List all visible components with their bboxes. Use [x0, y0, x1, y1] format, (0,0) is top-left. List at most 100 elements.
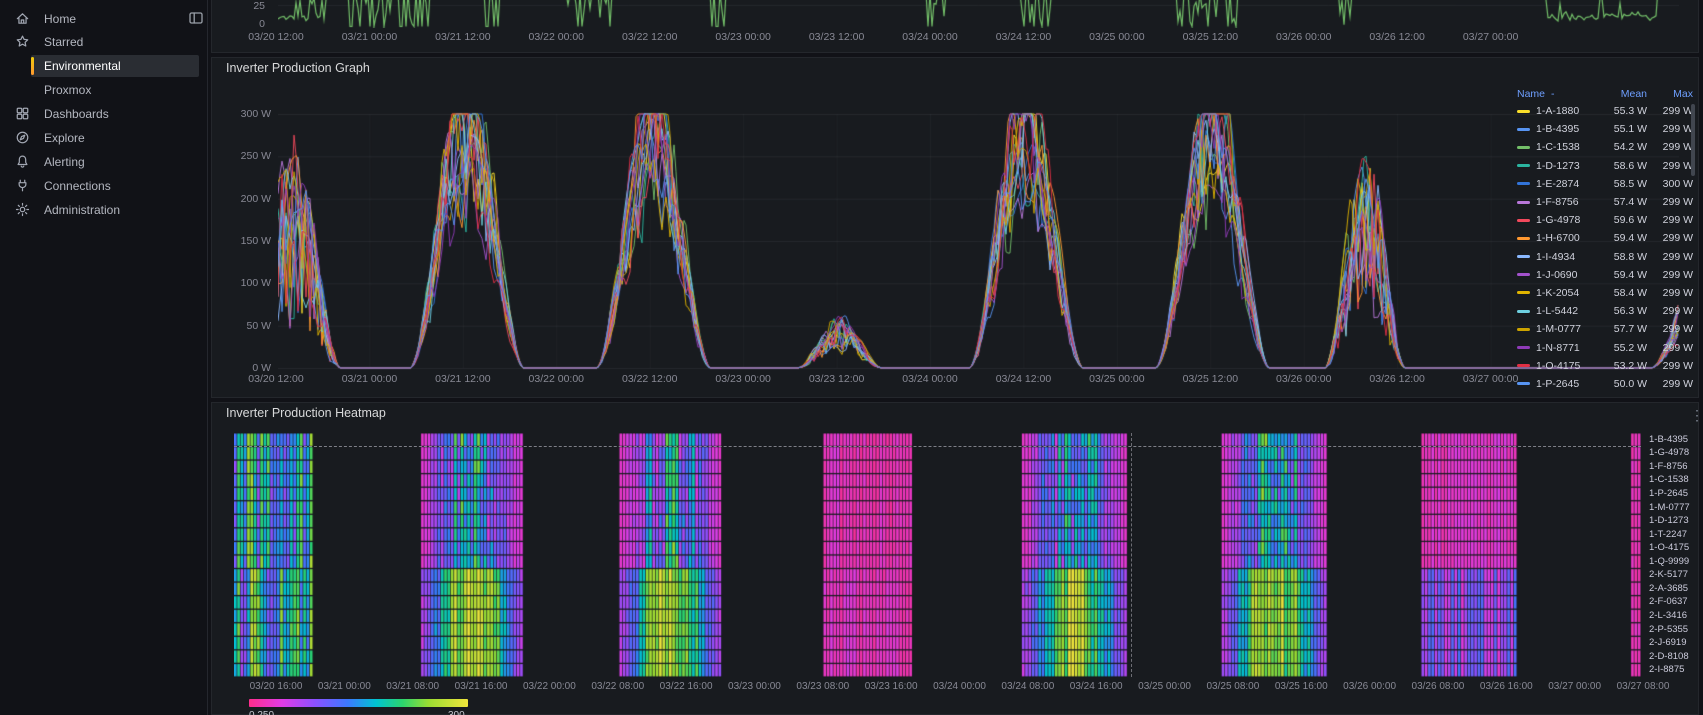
legend-series-name[interactable]: 1-M-0777 [1517, 323, 1597, 335]
series-color-marker [1517, 291, 1530, 295]
legend-series-name[interactable]: 1-E-2874 [1517, 178, 1597, 190]
panel-title[interactable]: Inverter Production Graph [226, 61, 370, 75]
legend-max-value: 299 W [1662, 214, 1693, 227]
legend-max-value: 299 W [1662, 377, 1693, 388]
x-axis-label: 03/26 00:00 [1275, 31, 1332, 43]
legend-row[interactable]: 1-G-4978 59.6 W 299 W [1517, 211, 1695, 229]
heatmap-series-label[interactable]: 2-A-3685 [1649, 583, 1688, 594]
heatmap-series-label[interactable]: 2-F-0637 [1649, 597, 1688, 607]
heatmap-series-label[interactable]: 2-L-3416 [1649, 611, 1687, 621]
heatmap-series-label[interactable]: 1-O-4175 [1649, 543, 1689, 553]
legend-row[interactable]: 1-M-0777 57.7 W 299 W [1517, 320, 1695, 338]
legend-series-name[interactable]: 1-G-4978 [1517, 214, 1597, 226]
series-color-marker [1517, 364, 1530, 368]
legend-max-value: 299 W [1662, 341, 1693, 354]
heatmap-series-label[interactable]: 1-M-0777 [1649, 502, 1690, 513]
sidebar-item-environmental[interactable]: Environmental [0, 54, 207, 78]
sidebar-item-label: Alerting [44, 155, 85, 169]
legend-row[interactable]: 1-P-2645 50.0 W 299 W [1517, 375, 1695, 388]
legend-series-name[interactable]: 1-D-1273 [1517, 160, 1597, 172]
series-color-marker [1517, 109, 1530, 113]
legend-series-name[interactable]: 1-L-5442 [1517, 305, 1597, 317]
production-graph-canvas[interactable] [278, 109, 1679, 372]
compass-icon [15, 130, 31, 146]
sidebar-item-label: Explore [44, 131, 85, 145]
legend-max-value: 299 W [1662, 250, 1693, 263]
heatmap-canvas[interactable] [234, 433, 1641, 677]
series-color-marker [1517, 309, 1530, 313]
legend-scrollbar[interactable] [1691, 104, 1695, 176]
legend-row[interactable]: 1-C-1538 54.2 W 299 W [1517, 138, 1695, 156]
legend-header-name[interactable]: Name - [1517, 88, 1597, 100]
legend-series-name[interactable]: 1-P-2645 [1517, 378, 1597, 388]
heatmap-series-label[interactable]: 2-K-5177 [1649, 570, 1688, 580]
legend-row[interactable]: 1-E-2874 58.5 W 300 W [1517, 175, 1695, 193]
legend-row[interactable]: 1-J-0690 59.4 W 299 W [1517, 266, 1695, 284]
star-icon [15, 34, 31, 50]
top-chart-canvas[interactable] [278, 0, 1679, 28]
legend-row[interactable]: 1-O-4175 53.2 W 299 W [1517, 357, 1695, 375]
legend-series-name[interactable]: 1-A-1880 [1517, 105, 1597, 117]
heatmap-series-label[interactable]: 1-B-4395 [1649, 434, 1688, 445]
legend-row[interactable]: 1-N-8771 55.2 W 299 W [1517, 338, 1695, 356]
legend-max-value: 299 W [1662, 232, 1693, 245]
sidebar-item-label: Home [44, 12, 77, 26]
legend-row[interactable]: 1-B-4395 55.1 W 299 W [1517, 120, 1695, 138]
sidebar-item-starred[interactable]: Starred [0, 30, 207, 54]
sidebar: Home Starred Environmental Proxmox Dashboard… [0, 0, 208, 715]
home-icon [15, 11, 31, 27]
heatmap-series-label[interactable]: 1-Q-9999 [1649, 556, 1689, 567]
panel-title[interactable]: Inverter Production Heatmap [226, 406, 386, 420]
legend-series-name[interactable]: 1-I-4934 [1517, 251, 1597, 263]
legend-series-name[interactable]: 1-H-6700 [1517, 232, 1597, 244]
legend-row[interactable]: 1-D-1273 58.6 W 299 W [1517, 157, 1695, 175]
legend-row[interactable]: 1-F-8756 57.4 W 299 W [1517, 193, 1695, 211]
heatmap-series-label[interactable]: 1-D-1273 [1649, 516, 1689, 526]
heatmap-series-label[interactable]: 2-P-5355 [1649, 624, 1688, 635]
x-axis-label: 03/21 00:00 [317, 681, 371, 692]
y-axis-tick: 0 W [252, 361, 271, 374]
legend-series-label: 1-J-0690 [1536, 268, 1578, 281]
x-axis-label: 03/22 16:00 [659, 681, 713, 692]
legend-row[interactable]: 1-H-6700 59.4 W 299 W [1517, 229, 1695, 247]
legend-series-name[interactable]: 1-B-4395 [1517, 123, 1597, 135]
heatmap-series-label[interactable]: 2-D-8108 [1649, 651, 1689, 662]
sidebar-item-home[interactable]: Home [0, 7, 207, 31]
legend-header-mean[interactable]: Mean [1597, 88, 1649, 100]
sidebar-item-alerting[interactable]: Alerting [0, 150, 207, 174]
legend-series-name[interactable]: 1-O-4175 [1517, 360, 1597, 372]
legend-series-name[interactable]: 1-C-1538 [1517, 141, 1597, 153]
legend-max-value: 299 W [1662, 359, 1693, 372]
heatmap-series-label[interactable]: 1-G-4978 [1649, 448, 1689, 458]
panel-menu-icon[interactable]: ⋮ [1690, 407, 1703, 423]
x-axis-label: 03/23 12:00 [808, 31, 865, 43]
legend-row[interactable]: 1-L-5442 56.3 W 299 W [1517, 302, 1695, 320]
sidebar-item-administration[interactable]: Administration [0, 198, 207, 222]
x-axis-label: 03/23 00:00 [715, 373, 771, 385]
x-axis-label: 03/25 12:00 [1182, 31, 1239, 43]
legend-row[interactable]: 1-A-1880 55.3 W 299 W [1517, 102, 1695, 120]
legend-row[interactable]: 1-K-2054 58.4 W 299 W [1517, 284, 1695, 302]
heatmap-series-label[interactable]: 2-I-8875 [1649, 665, 1684, 675]
x-axis-label: 03/26 12:00 [1369, 373, 1425, 385]
heatmap-series-label[interactable]: 1-T-2247 [1649, 529, 1687, 540]
x-axis-label: 03/24 16:00 [1069, 681, 1123, 692]
legend-series-name[interactable]: 1-J-0690 [1517, 269, 1597, 281]
legend-series-label: 1-A-1880 [1536, 105, 1580, 118]
sidebar-item-dashboards[interactable]: Dashboards [0, 102, 207, 126]
sidebar-item-label: Proxmox [44, 83, 92, 97]
heatmap-series-label[interactable]: 1-F-8756 [1649, 461, 1688, 472]
legend-header-max[interactable]: Max [1649, 88, 1695, 100]
legend-series-name[interactable]: 1-K-2054 [1517, 287, 1597, 299]
heatmap-series-label[interactable]: 1-C-1538 [1649, 475, 1689, 485]
legend-series-name[interactable]: 1-N-8771 [1517, 342, 1597, 354]
sidebar-item-explore[interactable]: Explore [0, 126, 207, 150]
legend-series-label: 1-H-6700 [1536, 232, 1580, 245]
heatmap-series-label[interactable]: 2-J-6919 [1649, 638, 1687, 648]
sidebar-item-connections[interactable]: Connections [0, 174, 207, 198]
legend-mean-value: 57.4 W [1613, 196, 1647, 209]
legend-row[interactable]: 1-I-4934 58.8 W 299 W [1517, 248, 1695, 266]
sidebar-item-proxmox[interactable]: Proxmox [0, 78, 207, 102]
legend-series-name[interactable]: 1-F-8756 [1517, 196, 1597, 208]
heatmap-series-label[interactable]: 1-P-2645 [1649, 489, 1688, 499]
